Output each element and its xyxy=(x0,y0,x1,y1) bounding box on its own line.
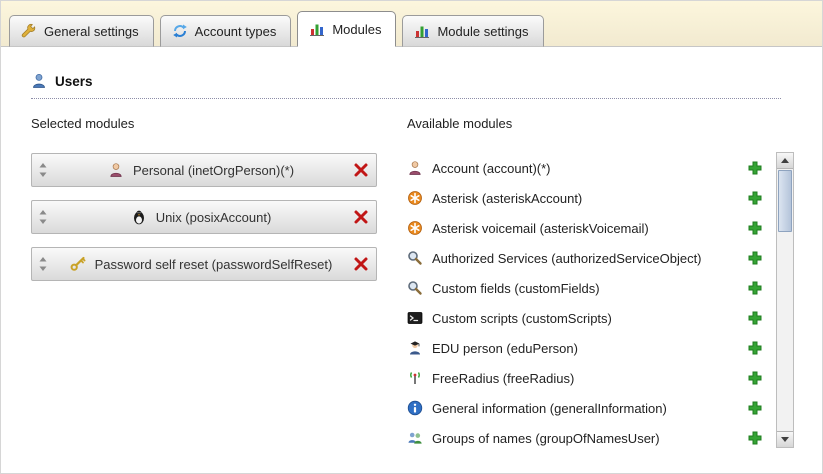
available-module-row-asterisk-voicemail: Asterisk voicemail (asteriskVoicemail) xyxy=(407,213,762,243)
scroll-down-button[interactable] xyxy=(777,431,793,447)
users-section-heading: Users xyxy=(31,73,781,99)
drag-handle-icon[interactable] xyxy=(37,163,49,177)
tab-label: General settings xyxy=(44,24,139,39)
edu-person-icon xyxy=(407,340,423,356)
add-module-button[interactable] xyxy=(748,281,762,295)
magnifier-icon xyxy=(407,250,423,266)
available-module-row-freeradius: FreeRadius (freeRadius) xyxy=(407,363,762,393)
add-module-button[interactable] xyxy=(748,161,762,175)
penguin-icon xyxy=(131,209,147,225)
page-title: Users xyxy=(55,74,93,89)
available-module-row-groups-of-names: Groups of names (groupOfNamesUser) xyxy=(407,423,762,453)
available-module-row-custom-scripts: Custom scripts (customScripts) xyxy=(407,303,762,333)
available-module-label: EDU person (eduPerson) xyxy=(432,341,578,356)
asterisk-icon xyxy=(407,190,423,206)
available-modules-list: Account (account)(*) Asterisk (asteriskA… xyxy=(407,153,802,453)
add-module-button[interactable] xyxy=(748,251,762,265)
available-module-row-authorized-services: Authorized Services (authorizedServiceOb… xyxy=(407,243,762,273)
vertical-scrollbar[interactable] xyxy=(776,152,794,448)
arrow-down-icon xyxy=(781,437,789,442)
available-module-label: Groups of names (groupOfNamesUser) xyxy=(432,431,660,446)
tab-general-settings[interactable]: General settings xyxy=(9,15,154,47)
chart-icon xyxy=(309,21,325,37)
user-icon xyxy=(31,73,47,89)
tab-label: Module settings xyxy=(437,24,528,39)
selected-module-label: Unix (posixAccount) xyxy=(156,210,272,225)
add-module-button[interactable] xyxy=(748,311,762,325)
asterisk-icon xyxy=(407,220,423,236)
available-modules-heading: Available modules xyxy=(407,116,802,131)
add-module-button[interactable] xyxy=(748,221,762,235)
add-module-button[interactable] xyxy=(748,341,762,355)
available-module-row-custom-fields: Custom fields (customFields) xyxy=(407,273,762,303)
tab-label: Account types xyxy=(195,24,277,39)
tab-bar: General settings Account types xyxy=(1,1,822,47)
available-module-label: Account (account)(*) xyxy=(432,161,551,176)
available-module-label: Authorized Services (authorizedServiceOb… xyxy=(432,251,702,266)
tab-label: Modules xyxy=(332,22,381,37)
lam-configuration-window: General settings Account types xyxy=(0,0,823,474)
selected-modules-heading: Selected modules xyxy=(31,116,407,131)
available-module-label: General information (generalInformation) xyxy=(432,401,667,416)
available-module-label: FreeRadius (freeRadius) xyxy=(432,371,574,386)
tab-module-settings[interactable]: Module settings xyxy=(402,15,543,47)
info-icon xyxy=(407,400,423,416)
chart-icon xyxy=(414,23,430,39)
selected-module-row-password-self-reset: Password self reset (passwordSelfReset) xyxy=(31,247,377,281)
scroll-up-button[interactable] xyxy=(777,153,793,169)
arrow-up-icon xyxy=(781,158,789,163)
terminal-icon xyxy=(407,310,423,326)
selected-module-label: Password self reset (passwordSelfReset) xyxy=(95,257,333,272)
available-module-row-account: Account (account)(*) xyxy=(407,153,762,183)
add-module-button[interactable] xyxy=(748,191,762,205)
remove-module-button[interactable] xyxy=(353,209,369,225)
tools-icon xyxy=(21,23,37,39)
tab-account-types[interactable]: Account types xyxy=(160,15,292,47)
drag-handle-icon[interactable] xyxy=(37,257,49,271)
available-module-label: Custom scripts (customScripts) xyxy=(432,311,612,326)
available-module-label: Asterisk voicemail (asteriskVoicemail) xyxy=(432,221,649,236)
drag-handle-icon[interactable] xyxy=(37,210,49,224)
antenna-icon xyxy=(407,370,423,386)
magnifier-icon xyxy=(407,280,423,296)
modules-panel: Users Selected modules Personal (inetOrg… xyxy=(1,47,822,453)
add-module-button[interactable] xyxy=(748,371,762,385)
add-module-button[interactable] xyxy=(748,401,762,415)
selected-module-label: Personal (inetOrgPerson)(*) xyxy=(133,163,294,178)
scrollbar-thumb[interactable] xyxy=(778,170,792,232)
add-module-button[interactable] xyxy=(748,431,762,445)
person-icon xyxy=(108,162,124,178)
key-icon xyxy=(70,256,86,272)
tab-modules[interactable]: Modules xyxy=(297,11,396,47)
available-module-row-general-information: General information (generalInformation) xyxy=(407,393,762,423)
sync-icon xyxy=(172,23,188,39)
available-module-row-asterisk: Asterisk (asteriskAccount) xyxy=(407,183,762,213)
person-icon xyxy=(407,160,423,176)
selected-module-row-unix: Unix (posixAccount) xyxy=(31,200,377,234)
available-module-label: Asterisk (asteriskAccount) xyxy=(432,191,582,206)
available-module-row-edu-person: EDU person (eduPerson) xyxy=(407,333,762,363)
remove-module-button[interactable] xyxy=(353,256,369,272)
remove-module-button[interactable] xyxy=(353,162,369,178)
selected-module-row-personal: Personal (inetOrgPerson)(*) xyxy=(31,153,377,187)
group-icon xyxy=(407,430,423,446)
available-module-label: Custom fields (customFields) xyxy=(432,281,600,296)
